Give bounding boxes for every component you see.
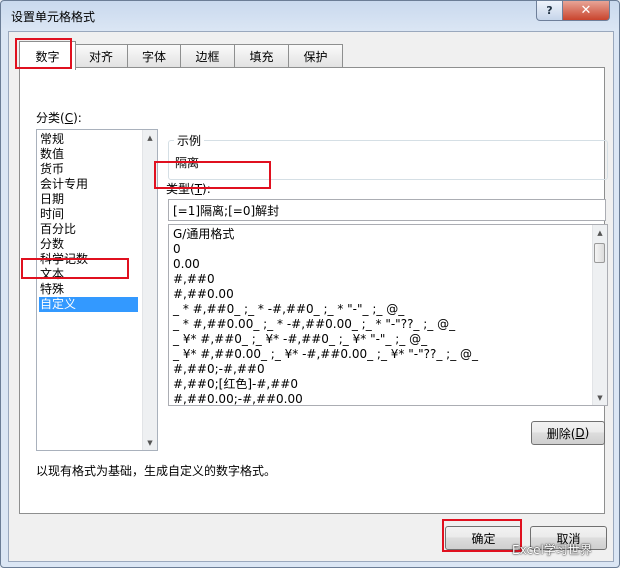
format-code-input[interactable]: [=1]隔离;[=0]解封	[168, 199, 606, 221]
format-item[interactable]: #,##0	[173, 272, 215, 287]
description-text: 以现有格式为基础，生成自定义的数字格式。	[36, 464, 277, 478]
scroll-up-icon[interactable]: ▲	[593, 225, 607, 240]
tab-label: 保护	[303, 49, 328, 64]
format-item[interactable]: #,##0.00	[173, 287, 234, 302]
tab-fill[interactable]: 填充	[234, 44, 289, 67]
scroll-thumb[interactable]	[594, 243, 605, 263]
format-item[interactable]: #,##0.00;-#,##0.00	[173, 392, 303, 405]
category-item[interactable]: 特殊	[39, 282, 138, 297]
category-item[interactable]: 常规	[39, 132, 138, 147]
tab-font[interactable]: 字体	[127, 44, 181, 67]
category-item[interactable]: 货币	[39, 162, 138, 177]
format-item[interactable]: _ * #,##0.00_ ;_ * -#,##0.00_ ;_ * "-"??…	[173, 317, 455, 332]
help-icon: ?	[546, 4, 553, 17]
format-item[interactable]: _ * #,##0_ ;_ * -#,##0_ ;_ * "-"_ ;_ @_	[173, 302, 404, 317]
tab-border[interactable]: 边框	[180, 44, 235, 67]
type-label: 类型(T):	[166, 182, 211, 196]
watermark: Excel学习世界	[512, 543, 592, 557]
sample-legend: 示例	[174, 132, 205, 149]
sample-group	[168, 140, 608, 180]
scroll-down-icon[interactable]: ▼	[143, 435, 157, 450]
format-item[interactable]: #,##0;-#,##0	[173, 362, 265, 377]
dialog-title: 设置单元格格式	[11, 10, 96, 24]
delete-button[interactable]: 删除(D)	[531, 421, 605, 445]
category-item[interactable]: 会计专用	[39, 177, 138, 192]
format-cells-dialog: 设置单元格格式 ? ✕ 数字 对齐 字体 边框 填充 保护 分类(C): 常规 …	[0, 0, 620, 568]
format-list[interactable]: G/通用格式 0 0.00 #,##0 #,##0.00 _ * #,##0_ …	[168, 224, 608, 406]
tab-label: 填充	[249, 49, 274, 64]
category-item[interactable]: 数值	[39, 147, 138, 162]
number-tab-panel: 分类(C): 常规 数值 货币 会计专用 日期 时间 百分比 分数 科学记数 文…	[19, 67, 608, 514]
close-icon: ✕	[580, 3, 592, 18]
sample-value: 隔离	[175, 156, 200, 170]
category-label: 分类(C):	[36, 111, 82, 125]
format-item[interactable]: #,##0;[红色]-#,##0	[173, 377, 298, 392]
format-scrollbar[interactable]: ▲ ▼	[592, 225, 607, 405]
tab-protection[interactable]: 保护	[288, 44, 343, 67]
format-item[interactable]: _ ¥* #,##0.00_ ;_ ¥* -#,##0.00_ ;_ ¥* "-…	[173, 347, 478, 362]
category-item-custom[interactable]: 自定义	[39, 297, 138, 312]
close-button[interactable]: ✕	[562, 1, 610, 21]
tab-number[interactable]: 数字	[19, 41, 76, 70]
category-scrollbar[interactable]: ▲ ▼	[142, 130, 157, 450]
format-item[interactable]: 0	[173, 242, 181, 257]
tab-alignment[interactable]: 对齐	[74, 44, 128, 67]
tab-label: 边框	[195, 49, 220, 64]
ok-button[interactable]: 确定	[445, 526, 522, 550]
format-item[interactable]: _ ¥* #,##0_ ;_ ¥* -#,##0_ ;_ ¥* "-"_ ;_ …	[173, 332, 427, 347]
category-item[interactable]: 分数	[39, 237, 138, 252]
title-bar: 设置单元格格式 ? ✕	[1, 1, 619, 31]
category-list[interactable]: 常规 数值 货币 会计专用 日期 时间 百分比 分数 科学记数 文本 特殊 自定…	[36, 129, 158, 451]
category-item[interactable]: 时间	[39, 207, 138, 222]
help-button[interactable]: ?	[536, 1, 563, 21]
tab-label: 字体	[141, 49, 166, 64]
scroll-up-icon[interactable]: ▲	[143, 130, 157, 145]
category-item[interactable]: 科学记数	[39, 252, 138, 267]
category-item[interactable]: 百分比	[39, 222, 138, 237]
dialog-body: 数字 对齐 字体 边框 填充 保护 分类(C): 常规 数值 货币 会计专用 日…	[8, 31, 614, 562]
tab-label: 数字	[35, 49, 60, 64]
format-item[interactable]: 0.00	[173, 257, 200, 272]
scroll-down-icon[interactable]: ▼	[593, 390, 607, 405]
category-item[interactable]: 日期	[39, 192, 138, 207]
format-item[interactable]: G/通用格式	[173, 227, 234, 242]
tab-label: 对齐	[88, 49, 113, 64]
category-item[interactable]: 文本	[39, 267, 138, 282]
